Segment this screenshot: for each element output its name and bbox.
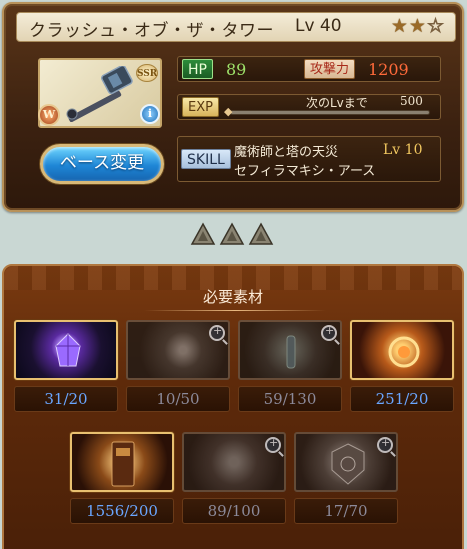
- attack-value: 1209: [368, 60, 409, 79]
- hp-attack-row: HP 89 攻撃力 1209: [177, 56, 441, 82]
- required-materials-panel: 必要素材 31/20 10/50 59/130 251/20 1556/200 …: [2, 264, 464, 549]
- next-level-label: 次のLvまで: [306, 96, 368, 110]
- emblem-icon: [331, 443, 365, 485]
- star-filled-icon: ★: [408, 15, 427, 37]
- zoom-icon[interactable]: [377, 436, 393, 453]
- skill-name-line1: 魔術師と塔の天災: [234, 145, 339, 160]
- material-tile-mat-1[interactable]: [14, 320, 118, 380]
- material-count-mat-5: 1556/200: [70, 498, 174, 524]
- hp-label: HP: [182, 59, 213, 79]
- uncap-triangle-icon: [248, 222, 274, 245]
- hp-value: 89: [226, 60, 247, 79]
- material-tile-mat-3[interactable]: [238, 320, 342, 380]
- vial-icon: [286, 335, 296, 369]
- exp-marker-icon: ◆: [224, 105, 233, 118]
- material-tile-mat-2[interactable]: [126, 320, 230, 380]
- exp-row: EXP 次のLvまで 500 ◆: [177, 94, 441, 120]
- next-level-value: 500: [400, 94, 423, 108]
- weapon-title-bar: クラッシュ・オブ・ザ・タワー Lv 40 ★★☆: [16, 12, 456, 42]
- book-icon: [111, 441, 135, 487]
- exp-progress-bar: [230, 110, 430, 115]
- zoom-icon[interactable]: [321, 324, 337, 341]
- material-tile-mat-6[interactable]: [182, 432, 286, 492]
- material-count-mat-2: 10/50: [126, 386, 230, 412]
- star-filled-icon: ★: [390, 15, 409, 37]
- skill-name-line2: セフィラマキシ・アース: [234, 164, 376, 179]
- ssr-badge: SSR: [136, 64, 158, 82]
- uncap-triangle-icon: [190, 222, 216, 245]
- purple-crystal-icon: [55, 333, 81, 367]
- zoom-icon[interactable]: [209, 324, 225, 341]
- base-change-button[interactable]: ベース変更: [40, 144, 164, 184]
- material-count-mat-4: 251/20: [350, 386, 454, 412]
- panel-title: 必要素材: [202, 288, 263, 306]
- skill-box[interactable]: SKILL 魔術師と塔の天災 セフィラマキシ・アース Lv 10: [177, 136, 441, 182]
- weapon-portrait[interactable]: SSR W i: [38, 58, 162, 128]
- gold-ring-icon: [388, 336, 420, 368]
- material-count-mat-3: 59/130: [238, 386, 342, 412]
- hammer-weapon-icon: [66, 66, 133, 122]
- material-count-mat-7: 17/70: [294, 498, 398, 524]
- weapon-card: クラッシュ・オブ・ザ・タワー Lv 40 ★★☆ SSR W i ベース変更 H…: [2, 2, 464, 212]
- attack-label: 攻撃力: [304, 59, 356, 79]
- weapon-name: クラッシュ・オブ・ザ・タワー: [29, 21, 274, 41]
- material-count-mat-1: 31/20: [14, 386, 118, 412]
- star-empty-icon: ☆: [426, 15, 445, 38]
- material-tile-mat-4[interactable]: [350, 320, 454, 380]
- skill-label: SKILL: [181, 149, 231, 169]
- uncap-triangle-icon: [219, 222, 245, 245]
- material-count-mat-6: 89/100: [182, 498, 286, 524]
- element-badge-icon: W: [38, 104, 60, 126]
- exp-label: EXP: [182, 97, 219, 117]
- zoom-icon[interactable]: [265, 436, 281, 453]
- weapon-level: Lv 40: [295, 16, 342, 36]
- material-tile-mat-5[interactable]: [70, 432, 174, 492]
- divider: [144, 310, 326, 311]
- rarity-stars: ★★☆: [390, 15, 445, 38]
- material-tile-mat-7[interactable]: [294, 432, 398, 492]
- info-icon[interactable]: i: [140, 104, 160, 124]
- skill-level: Lv 10: [383, 142, 423, 158]
